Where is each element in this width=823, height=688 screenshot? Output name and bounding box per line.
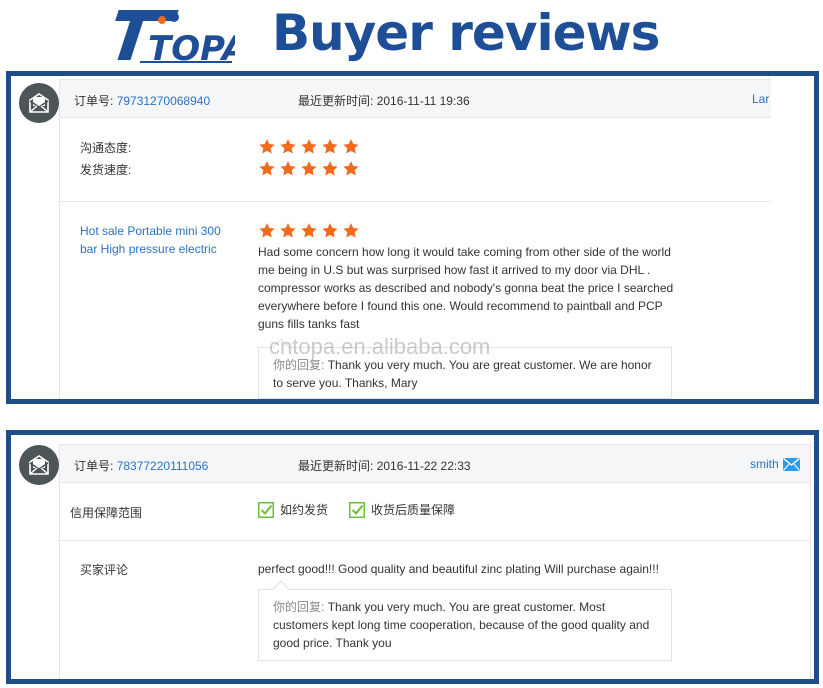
star-icon bbox=[300, 222, 318, 239]
product-star-rating bbox=[258, 222, 360, 239]
star-icon bbox=[258, 160, 276, 177]
star-icon bbox=[258, 138, 276, 155]
star-icon bbox=[342, 160, 360, 177]
star-rating bbox=[258, 138, 360, 155]
star-icon bbox=[321, 138, 339, 155]
star-icon bbox=[342, 138, 360, 155]
buyer-avatar bbox=[19, 445, 59, 485]
order-header: 订单号: 78377220111056 最近更新时间: 2016-11-22 2… bbox=[60, 445, 810, 483]
star-icon bbox=[279, 138, 297, 155]
review-text: Had some concern how long it would take … bbox=[258, 245, 674, 331]
update-time: 2016-11-11 19:36 bbox=[376, 94, 470, 108]
topa-logo: TOPA bbox=[115, 10, 235, 64]
page-header: TOPA Buyer reviews bbox=[0, 0, 823, 70]
order-header: 订单号: 79731270068940 最近更新时间: 2016-11-11 1… bbox=[60, 80, 771, 118]
buyer-name-link[interactable]: Lar bbox=[752, 92, 769, 106]
star-icon bbox=[321, 160, 339, 177]
buyer-name-link[interactable]: smith bbox=[750, 457, 779, 471]
guarantee-item-quality: 收货后质量保障 bbox=[349, 501, 455, 518]
reply-label: 你的回复: bbox=[273, 358, 325, 372]
review-panel-2: 订单号: 78377220111056 最近更新时间: 2016-11-22 2… bbox=[6, 430, 819, 684]
product-link[interactable]: Hot sale Portable mini 300 bar High pres… bbox=[80, 222, 240, 258]
update-label: 最近更新时间: bbox=[298, 459, 374, 473]
update-label: 最近更新时间: bbox=[298, 94, 374, 108]
envelope-icon bbox=[28, 455, 50, 475]
credit-guarantee: 信用保障范围 如约发货 收货后质量保障 bbox=[60, 483, 810, 541]
reply-text: Thank you very much. You are great custo… bbox=[273, 600, 650, 650]
buyer-avatar bbox=[19, 83, 59, 123]
star-icon bbox=[342, 222, 360, 239]
guarantee-item-delivery: 如约发货 bbox=[258, 501, 328, 518]
seller-reply: 你的回复: Thank you very much. You are great… bbox=[258, 580, 672, 661]
product-review: Hot sale Portable mini 300 bar High pres… bbox=[60, 202, 771, 399]
guarantee-label: 信用保障范围 bbox=[70, 506, 143, 520]
star-icon bbox=[279, 160, 297, 177]
rating-label-shipping: 发货速度: bbox=[80, 163, 132, 177]
watermark: cntopa.en.alibaba.com bbox=[269, 334, 491, 359]
page-title: Buyer reviews bbox=[272, 4, 660, 62]
star-rating bbox=[258, 160, 360, 177]
reply-text: Thank you very much. You are great custo… bbox=[273, 358, 652, 390]
update-time: 2016-11-22 22:33 bbox=[376, 459, 471, 473]
seller-ratings: 沟通态度: 发货速度: bbox=[60, 118, 771, 202]
star-icon bbox=[279, 222, 297, 239]
buyer-contact[interactable]: smith bbox=[750, 457, 800, 471]
star-icon bbox=[258, 222, 276, 239]
mail-icon[interactable] bbox=[782, 457, 800, 471]
review-panel-1: 订单号: 79731270068940 最近更新时间: 2016-11-11 1… bbox=[6, 71, 819, 404]
check-icon bbox=[349, 502, 365, 518]
buyer-comment: 买家评论 perfect good!!! Good quality and be… bbox=[60, 541, 810, 679]
svg-text:TOPA: TOPA bbox=[148, 29, 235, 64]
review-label: 买家评论 bbox=[80, 563, 129, 577]
review-text: perfect good!!! Good quality and beautif… bbox=[258, 562, 659, 576]
order-label: 订单号: bbox=[74, 459, 114, 473]
envelope-icon bbox=[28, 93, 50, 113]
star-icon bbox=[300, 160, 318, 177]
star-icon bbox=[321, 222, 339, 239]
review-card: 订单号: 78377220111056 最近更新时间: 2016-11-22 2… bbox=[59, 444, 811, 679]
reply-label: 你的回复: bbox=[273, 600, 325, 614]
order-number-link[interactable]: 78377220111056 bbox=[117, 459, 209, 473]
star-icon bbox=[300, 138, 318, 155]
order-number-link[interactable]: 79731270068940 bbox=[117, 94, 210, 108]
order-label: 订单号: bbox=[74, 94, 114, 108]
check-icon bbox=[258, 502, 274, 518]
rating-label-communication: 沟通态度: bbox=[80, 141, 132, 155]
